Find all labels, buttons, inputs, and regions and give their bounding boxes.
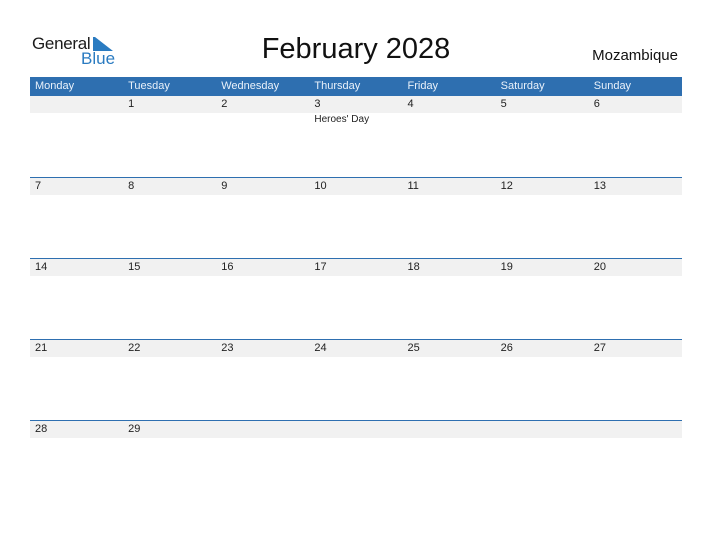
holiday-label	[123, 113, 216, 126]
day-number	[216, 421, 309, 438]
week-row: 14 15 16 17 18 19 20	[30, 258, 682, 339]
holiday-label	[30, 113, 123, 126]
day-number: 10	[314, 180, 327, 192]
weekday-monday: Monday	[35, 80, 75, 92]
holiday-label: Heroes' Day	[314, 114, 370, 125]
day-number: 8	[128, 180, 135, 192]
weekday-saturday: Saturday	[500, 80, 545, 92]
day-number: 1	[128, 98, 135, 110]
day-number: 17	[314, 261, 327, 273]
day-number: 15	[128, 261, 141, 273]
week-row: 1 2 3 4 5 6 Heroes' Day	[30, 96, 682, 177]
day-number: 18	[407, 261, 420, 273]
event-strip: Heroes' Day	[30, 113, 682, 126]
day-number: 25	[407, 342, 420, 354]
day-number: 3	[314, 98, 321, 110]
day-number: 29	[128, 423, 141, 435]
day-number: 26	[500, 342, 513, 354]
day-number: 5	[500, 98, 507, 110]
day-number-strip: 1 2 3 4 5 6	[30, 96, 682, 113]
day-number: 11	[407, 180, 419, 192]
weekday-header: Monday Tuesday Wednesday Thursday Friday…	[30, 77, 682, 96]
day-number: 23	[221, 342, 234, 354]
day-number: 4	[407, 98, 414, 110]
day-number: 28	[35, 423, 48, 435]
day-number: 2	[221, 98, 228, 110]
day-number: 6	[593, 98, 600, 110]
holiday-label	[403, 113, 496, 126]
weekday-tuesday: Tuesday	[128, 80, 170, 92]
day-number: 27	[593, 342, 606, 354]
weekday-friday: Friday	[407, 80, 439, 92]
day-number: 12	[500, 180, 513, 192]
day-number: 14	[35, 261, 48, 273]
week-row: 7 8 9 10 11 12 13	[30, 177, 682, 258]
day-number: 9	[221, 180, 228, 192]
day-number-strip: 21 22 23 24 25 26 27	[30, 340, 682, 357]
day-number: 22	[128, 342, 141, 354]
day-number: 20	[593, 261, 606, 273]
day-number: 24	[314, 342, 327, 354]
holiday-label	[496, 113, 589, 126]
holiday-label	[589, 113, 682, 126]
weekday-wednesday: Wednesday	[221, 80, 280, 92]
day-number	[403, 421, 496, 438]
day-number-strip: 28 29	[30, 421, 682, 438]
day-number	[30, 96, 123, 113]
holiday-label	[216, 113, 309, 126]
day-number: 7	[35, 180, 42, 192]
day-number	[496, 421, 589, 438]
week-row: 21 22 23 24 25 26 27	[30, 339, 682, 420]
day-number: 16	[221, 261, 234, 273]
day-number: 19	[500, 261, 513, 273]
day-number: 21	[35, 342, 48, 354]
weekday-sunday: Sunday	[593, 80, 632, 92]
day-number: 13	[593, 180, 606, 192]
weekday-thursday: Thursday	[314, 80, 361, 92]
week-row: 28 29	[30, 420, 682, 501]
calendar-grid: Monday Tuesday Wednesday Thursday Friday…	[30, 77, 682, 501]
day-number-strip: 7 8 9 10 11 12 13	[30, 178, 682, 195]
weeks-container: 1 2 3 4 5 6 Heroes' Day 7 8 9 10 11 12 13 14 15 16 17 18 19…	[30, 96, 682, 501]
day-number	[589, 421, 682, 438]
day-number-strip: 14 15 16 17 18 19 20	[30, 259, 682, 276]
day-number	[309, 421, 402, 438]
country-label: Mozambique	[592, 47, 678, 64]
